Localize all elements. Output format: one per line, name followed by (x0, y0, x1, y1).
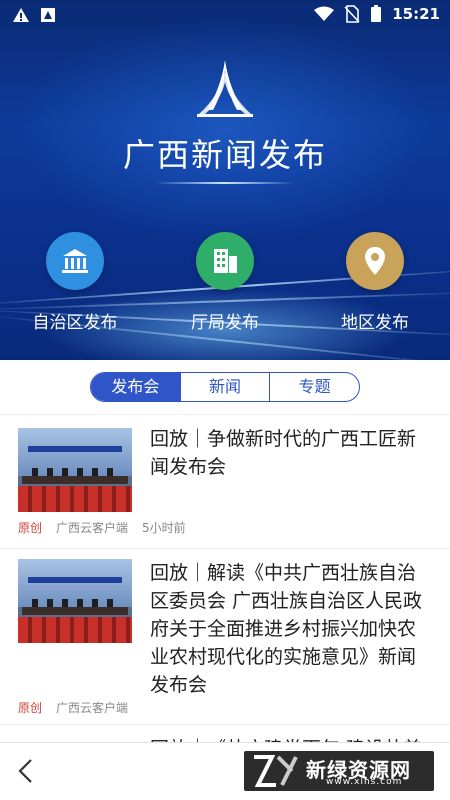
building-logo (197, 60, 253, 117)
shortcut-department-release[interactable]: 厅局发布 (165, 232, 285, 333)
shortcut-label: 地区发布 (341, 313, 409, 333)
original-tag: 原创 (18, 701, 43, 715)
watermark-url: www.xlhs.com (326, 777, 403, 787)
news-thumbnail (18, 428, 132, 512)
status-time: 15:21 (392, 5, 440, 23)
battery-icon (371, 5, 382, 22)
tab-topics[interactable]: 专题 (269, 373, 359, 401)
news-meta: 原创 广西云客户端 (18, 699, 128, 716)
original-tag: 原创 (18, 521, 43, 535)
no-sim-icon (344, 5, 360, 23)
news-meta: 原创 广西云客户端 5小时前 (18, 519, 186, 536)
news-time: 5小时前 (142, 521, 186, 535)
list-item[interactable]: 回放｜解读《中共广西壮族自治区委员会 广西壮族自治区人民政府关于全面推进乡村振兴… (0, 548, 450, 724)
warning-icon (13, 8, 29, 22)
tab-news[interactable]: 新闻 (179, 373, 270, 401)
shortcut-region-release[interactable]: 自治区发布 (15, 232, 135, 333)
watermark: 新绿资源网 www.xlhs.com (244, 751, 434, 791)
shortcut-label: 厅局发布 (191, 313, 259, 333)
office-building-icon (196, 232, 254, 290)
bottom-bar: 新绿资源网 www.xlhs.com (0, 742, 450, 800)
category-tabs: 发布会 新闻 专题 (90, 372, 360, 402)
shortcut-label: 自治区发布 (32, 313, 118, 333)
location-pin-icon (346, 232, 404, 290)
news-source: 广西云客户端 (56, 521, 129, 535)
watermark-logo (254, 755, 298, 787)
government-building-icon (46, 232, 104, 290)
notification-icon (41, 8, 55, 22)
shortcut-area-release[interactable]: 地区发布 (315, 232, 435, 333)
app-title: 广西新闻发布 (122, 136, 327, 174)
news-thumbnail (18, 559, 132, 643)
news-headline: 回放｜解读《中共广西壮族自治区委员会 广西壮族自治区人民政府关于全面推进乡村振兴… (150, 562, 423, 696)
status-bar: 15:21 (0, 0, 450, 32)
tab-press-conference[interactable]: 发布会 (91, 373, 180, 401)
chevron-left-icon[interactable] (14, 757, 38, 785)
list-item[interactable]: 回放｜争做新时代的广西工匠新闻发布会 原创 广西云客户端 5小时前 (0, 414, 450, 548)
wifi-icon (314, 6, 335, 21)
news-source: 广西云客户端 (56, 701, 129, 715)
news-headline: 回放｜争做新时代的广西工匠新闻发布会 (150, 428, 417, 478)
title-underline (155, 182, 295, 184)
